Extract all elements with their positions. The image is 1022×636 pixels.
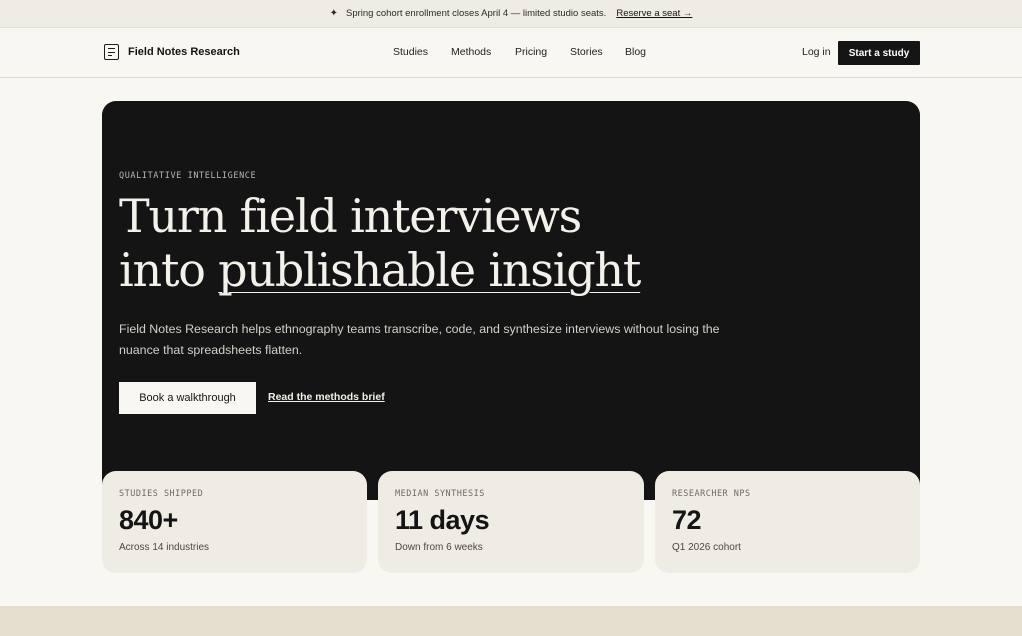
stat-label: MEDIAN SYNTHESIS: [395, 489, 485, 499]
stat-sub: Q1 2026 cohort: [672, 542, 741, 553]
announcement-bar: ✦ Spring cohort enrollment closes April …: [0, 0, 1022, 28]
brand-name: Field Notes Research: [128, 46, 240, 58]
footer-band: [0, 606, 1022, 636]
stat-value: 72: [672, 505, 702, 535]
announcement-text: Spring cohort enrollment closes April 4 …: [346, 8, 607, 19]
nav-link-pricing[interactable]: Pricing: [515, 46, 570, 58]
headline-underlined: publishable insight: [218, 243, 641, 297]
stat-sub: Down from 6 weeks: [395, 542, 483, 553]
headline-line-1: Turn field interviews: [119, 189, 582, 243]
headline-line-2-prefix: into: [119, 243, 219, 297]
hero-lede: Field Notes Research helps ethnography t…: [119, 322, 720, 357]
stat-value: 840+: [119, 505, 178, 535]
stat-value: 11 days: [395, 505, 490, 535]
nav-links: Studies Methods Pricing Stories Blog: [393, 46, 655, 58]
methods-brief-link[interactable]: Read the methods brief: [268, 391, 385, 403]
nav-link-methods[interactable]: Methods: [451, 46, 515, 58]
reserve-seat-link[interactable]: Reserve a seat →: [616, 8, 692, 19]
stat-card: STUDIES SHIPPED 840+ Across 14 industrie…: [102, 471, 367, 573]
stat-card: MEDIAN SYNTHESIS 11 days Down from 6 wee…: [378, 471, 644, 573]
sparkle-icon: ✦: [329, 8, 338, 19]
brand[interactable]: Field Notes Research: [104, 44, 240, 60]
hero: QUALITATIVE INTELLIGENCE Turn field inte…: [102, 101, 920, 500]
stat-card: RESEARCHER NPS 72 Q1 2026 cohort: [655, 471, 920, 573]
nav-link-studies[interactable]: Studies: [393, 46, 451, 58]
nav-link-stories[interactable]: Stories: [570, 46, 625, 58]
top-nav: Field Notes Research Studies Methods Pri…: [0, 28, 1022, 78]
hero-headline: Turn field interviews into publishable i…: [119, 189, 819, 297]
stat-label: RESEARCHER NPS: [672, 489, 751, 499]
notebook-icon: [104, 44, 119, 60]
book-walkthrough-button[interactable]: Book a walkthrough: [119, 382, 256, 414]
nav-link-blog[interactable]: Blog: [625, 46, 655, 58]
stat-sub: Across 14 industries: [119, 542, 210, 553]
hero-eyebrow: QUALITATIVE INTELLIGENCE: [119, 171, 257, 181]
start-study-button[interactable]: Start a study: [838, 41, 920, 65]
login-link[interactable]: Log in: [802, 46, 831, 58]
stat-label: STUDIES SHIPPED: [119, 489, 204, 499]
